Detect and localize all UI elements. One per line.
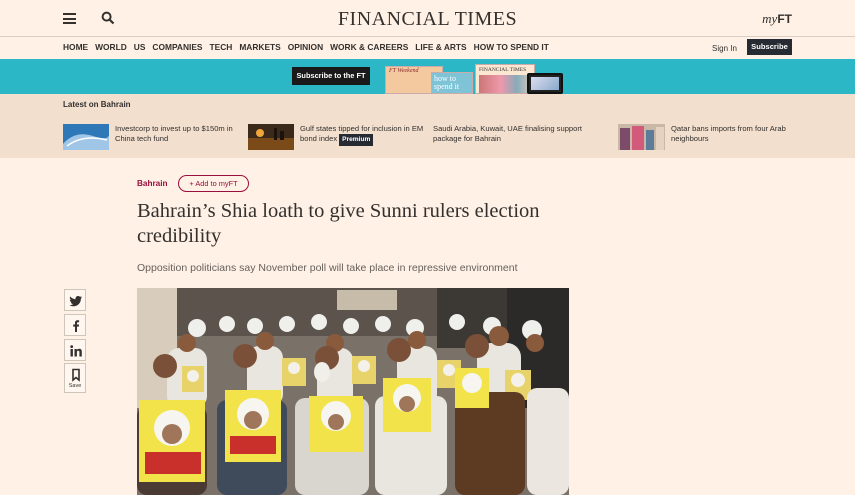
linkedin-icon <box>70 345 82 357</box>
main-nav: HOME WORLD US COMPANIES TECH MARKETS OPI… <box>0 37 855 59</box>
article-headline: Bahrain’s Shia loath to give Sunni ruler… <box>137 200 540 247</box>
twitter-icon <box>69 296 82 307</box>
latest-story[interactable]: Qatar bans imports from four Arab neighb… <box>618 124 798 152</box>
ft-weekend-label: FT Weekend <box>389 68 419 74</box>
ft-paper: FINANCIAL TIMES <box>475 64 535 94</box>
share-twitter-button[interactable] <box>64 289 86 311</box>
save-label: Save <box>68 383 82 389</box>
tablet-device-image <box>527 73 563 94</box>
promo-subscribe-button[interactable]: Subscribe to the FT <box>292 67 370 85</box>
story-headline: Investcorp to invest up to $150m in Chin… <box>115 124 233 143</box>
ft-paper-label: FINANCIAL TIMES <box>479 67 527 73</box>
nav-item-how-to-spend-it[interactable]: HOW TO SPEND IT <box>474 42 549 52</box>
nav-item-life-arts[interactable]: LIFE & ARTS <box>415 42 466 52</box>
promo-newspapers-image: FT Weekend how to spend it FINANCIAL TIM… <box>385 64 563 94</box>
promo-banner[interactable]: Subscribe to the FT FT Weekend how to sp… <box>0 59 855 94</box>
share-facebook-button[interactable] <box>64 314 86 336</box>
latest-story[interactable]: Investcorp to invest up to $150m in Chin… <box>63 124 243 152</box>
facebook-icon <box>73 320 80 332</box>
nav-item-us[interactable]: US <box>134 42 146 52</box>
subscribe-button[interactable]: Subscribe <box>747 39 792 55</box>
article-hero-image <box>137 288 569 495</box>
premium-badge: Premium <box>339 134 374 146</box>
nav-item-work-careers[interactable]: WORK & CAREERS <box>330 42 408 52</box>
story-headline: Gulf states tipped for inclusion in EM b… <box>300 124 428 146</box>
latest-story[interactable]: Saudi Arabia, Kuwait, UAE finalising sup… <box>433 124 608 152</box>
myft-suffix: FT <box>777 12 792 26</box>
how-to-spend-it-label: how to spend it <box>434 74 460 91</box>
latest-on-topic-strip: Latest on Bahrain Investcorp to invest u… <box>0 94 855 158</box>
story-headline: Qatar bans imports from four Arab neighb… <box>671 124 786 143</box>
story-thumbnail-image <box>248 124 294 150</box>
article-standfirst: Opposition politicians say November poll… <box>137 262 518 274</box>
myft-link[interactable]: myFT <box>762 11 792 27</box>
sign-in-link[interactable]: Sign In <box>712 44 737 53</box>
latest-title: Latest on Bahrain <box>63 100 131 109</box>
nav-item-companies[interactable]: COMPANIES <box>152 42 202 52</box>
nav-item-tech[interactable]: TECH <box>210 42 233 52</box>
add-to-myft-button[interactable]: + Add to myFT <box>178 175 249 192</box>
masthead-logo[interactable]: FINANCIAL TIMES <box>0 8 855 31</box>
topic-link[interactable]: Bahrain <box>137 179 167 188</box>
story-thumbnail-image <box>618 124 665 150</box>
top-header: FINANCIAL TIMES myFT <box>0 0 855 37</box>
share-linkedin-button[interactable] <box>64 339 86 361</box>
nav-item-opinion[interactable]: OPINION <box>288 42 323 52</box>
nav-list: HOME WORLD US COMPANIES TECH MARKETS OPI… <box>63 42 556 52</box>
myft-prefix: my <box>762 11 778 26</box>
story-thumbnail-image <box>63 124 109 150</box>
how-to-spend-it-paper: how to spend it <box>431 72 473 94</box>
story-headline: Saudi Arabia, Kuwait, UAE finalising sup… <box>433 124 583 143</box>
nav-item-world[interactable]: WORLD <box>95 42 127 52</box>
nav-item-markets[interactable]: MARKETS <box>239 42 280 52</box>
nav-item-home[interactable]: HOME <box>63 42 88 52</box>
latest-story[interactable]: Gulf states tipped for inclusion in EM b… <box>248 124 428 152</box>
bookmark-icon <box>72 368 80 382</box>
